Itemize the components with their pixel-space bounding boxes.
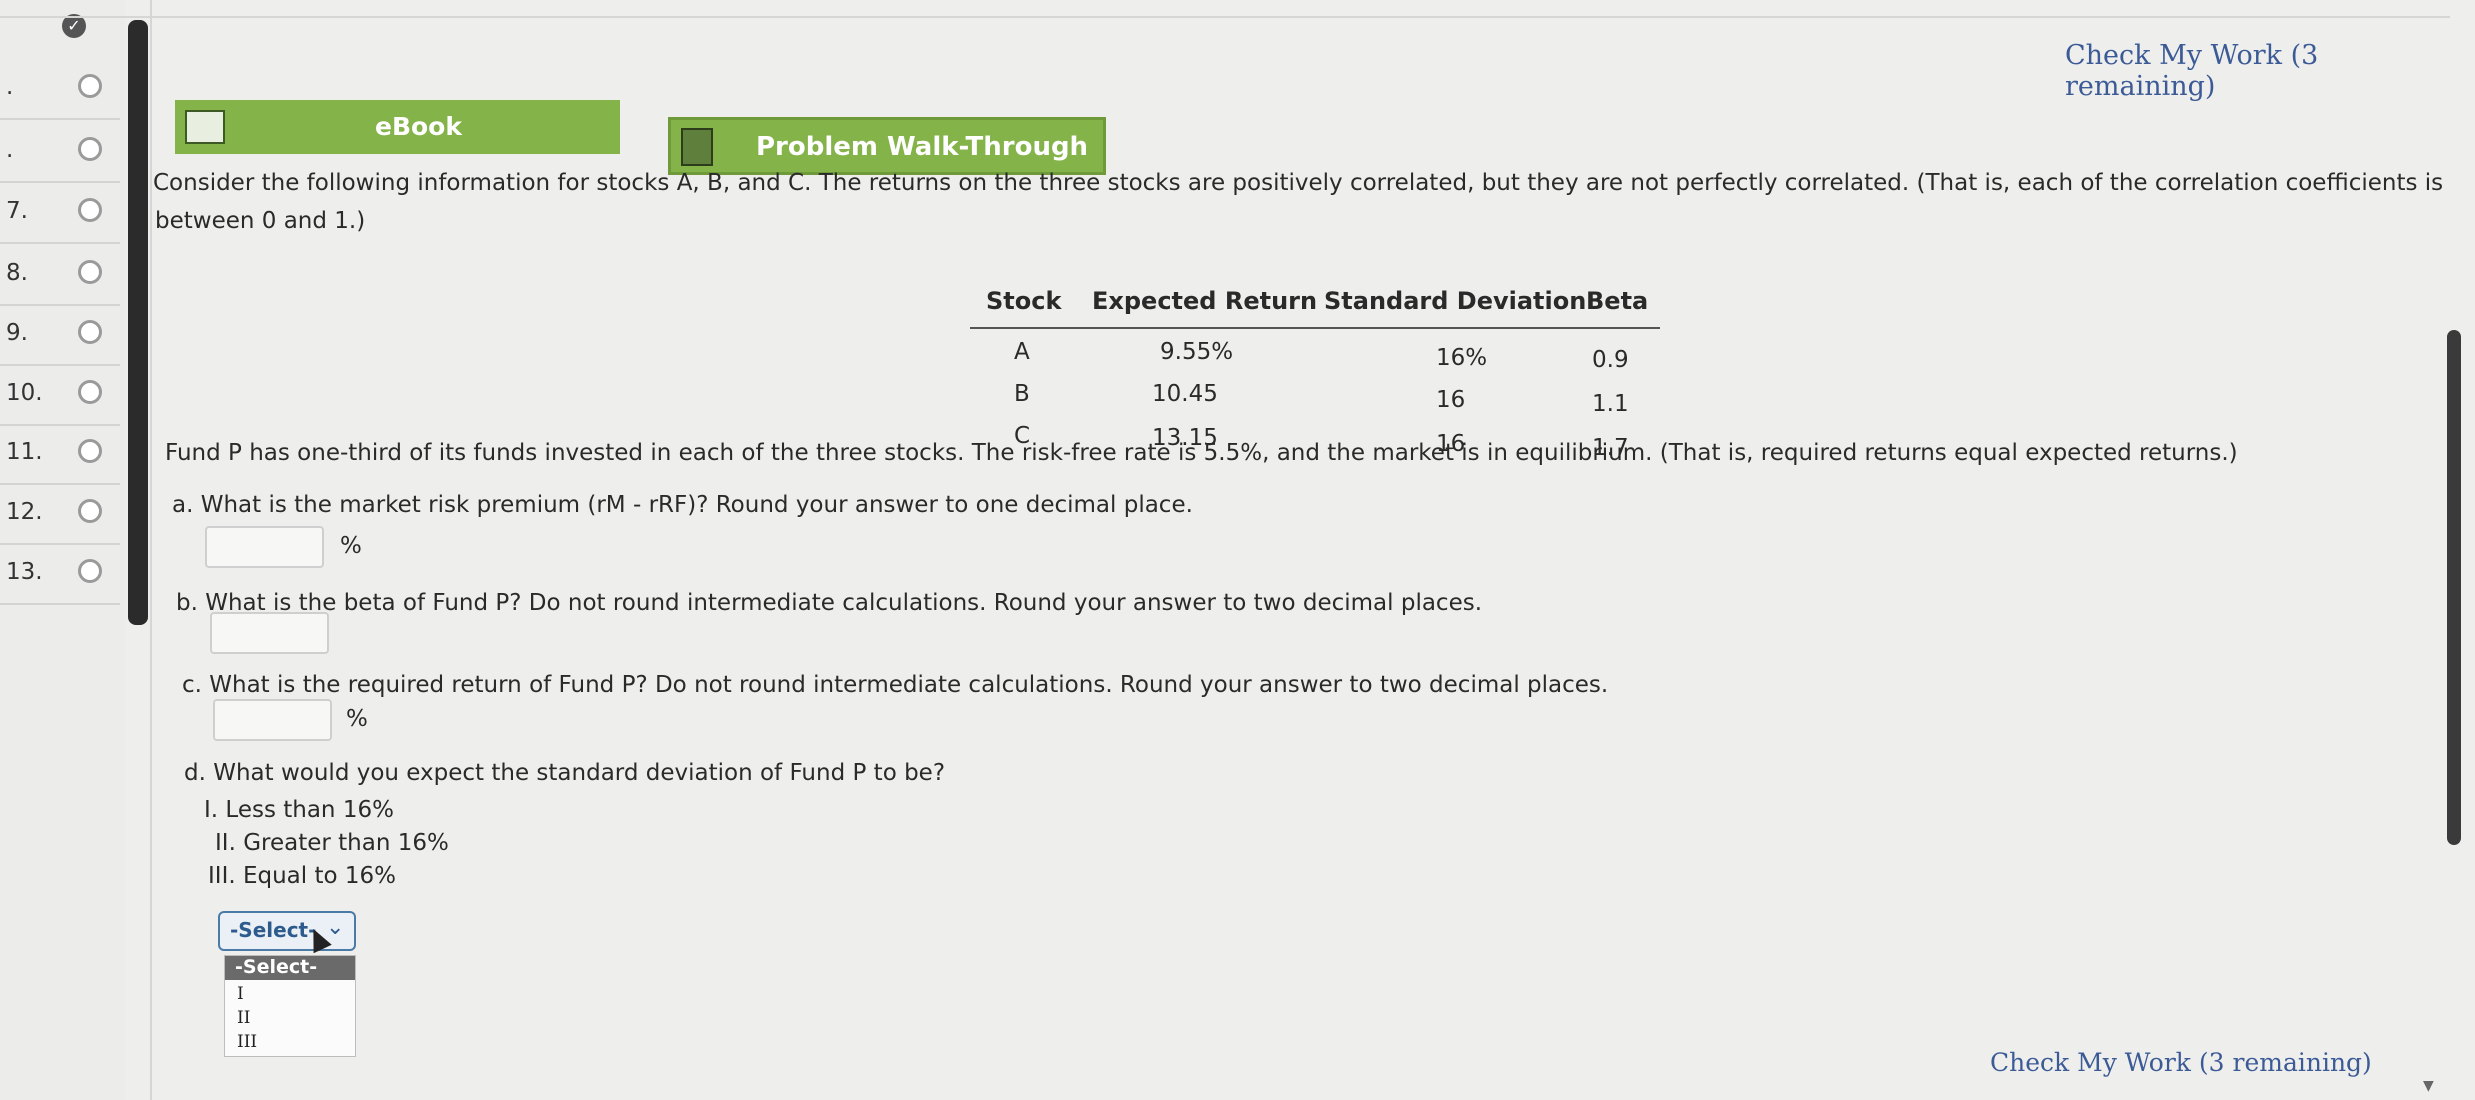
table-rule [970,327,1660,329]
table-header: Stock [986,287,1062,315]
table-header: Beta [1586,287,1649,315]
question-nav: ✓ . . 7. 8. 9. 10. 11. 12. 13. [0,0,125,1100]
table-cell: 10.45 [1152,381,1218,407]
answer-a-input[interactable] [205,526,324,568]
percent-label: % [346,706,368,732]
intro-text: between 0 and 1.) [155,208,366,234]
question-number: . [6,137,14,163]
walkthrough-label: Problem Walk-Through [756,132,1089,162]
question-nav-item[interactable]: 8. [0,246,120,306]
select-value: -Select- [230,918,317,942]
question-number: . [6,74,14,100]
table-cell: 16% [1436,345,1488,371]
radio-icon [78,137,102,161]
question-number: 11. [6,439,43,465]
book-icon [185,110,225,144]
question-number: 13. [6,559,43,585]
question-nav-item[interactable]: 9. [0,306,120,366]
chevron-down-icon: ⌄ [326,915,345,940]
answer-c-input[interactable] [213,699,332,741]
question-number: 12. [6,499,43,525]
table-cell: B [1014,381,1030,407]
ebook-label: eBook [375,112,462,141]
table-header: Standard Deviation [1324,287,1587,315]
table-cell: A [1014,339,1030,365]
question-b: b. What is the beta of Fund P? Do not ro… [176,590,1483,616]
question-nav-item[interactable]: . [0,60,120,120]
nav-scrollbar[interactable] [128,20,148,625]
percent-label: % [340,533,362,559]
table-cell: 16 [1436,387,1466,413]
question-d: d. What would you expect the standard de… [184,760,946,786]
check-my-work-link[interactable]: Check My Work (3 remaining) [1990,1048,2372,1077]
question-nav-item[interactable]: . [0,123,120,183]
option-text: II. Greater than 16% [215,830,449,856]
divider [150,0,152,1100]
answer-b-input[interactable] [210,612,329,654]
question-number: 10. [6,380,43,406]
question-nav-item[interactable]: 10. [0,366,120,426]
radio-icon [78,198,102,222]
radio-icon [78,260,102,284]
radio-icon [78,320,102,344]
question-a: a. What is the market risk premium (rM -… [172,492,1193,518]
check-my-work-link[interactable]: Check My Work (3 remaining) [2065,40,2475,102]
radio-icon [78,380,102,404]
radio-icon [78,559,102,583]
select-option[interactable]: -Select- [225,956,355,980]
select-options-list[interactable]: -Select- I II III [224,955,356,1057]
question-nav-item[interactable]: 7. [0,184,120,244]
table-cell: 9.55% [1160,339,1234,365]
question-nav-item[interactable]: 12. [0,485,120,545]
option-text: I. Less than 16% [204,797,394,823]
answer-d-select[interactable]: -Select- ⌄ [218,911,356,951]
question-nav-item[interactable]: 11. [0,425,120,485]
question-number: 9. [6,320,28,346]
table-cell: 1.1 [1592,391,1629,417]
film-icon [681,128,713,166]
option-text: III. Equal to 16% [208,863,396,889]
select-option[interactable]: I [237,984,244,1004]
problem-walkthrough-button[interactable]: Problem Walk-Through [668,117,1106,175]
question-nav-item[interactable]: 13. [0,545,120,605]
select-option[interactable]: II [237,1008,250,1028]
table-header: Expected Return [1092,287,1318,315]
question-number: 8. [6,260,28,286]
question-number: 7. [6,198,28,224]
radio-icon [78,499,102,523]
page-scrollbar[interactable] [2447,330,2461,845]
radio-icon [78,439,102,463]
table-cell: 0.9 [1592,347,1629,373]
ebook-button[interactable]: eBook [175,100,620,154]
radio-icon [78,74,102,98]
intro-text: Consider the following information for s… [153,170,2444,196]
scroll-down-icon[interactable]: ▼ [2423,1078,2434,1094]
divider [0,16,2450,18]
question-c: c. What is the required return of Fund P… [182,672,1609,698]
select-option[interactable]: III [237,1032,257,1052]
fund-intro-text: Fund P has one-third of its funds invest… [165,440,2238,466]
